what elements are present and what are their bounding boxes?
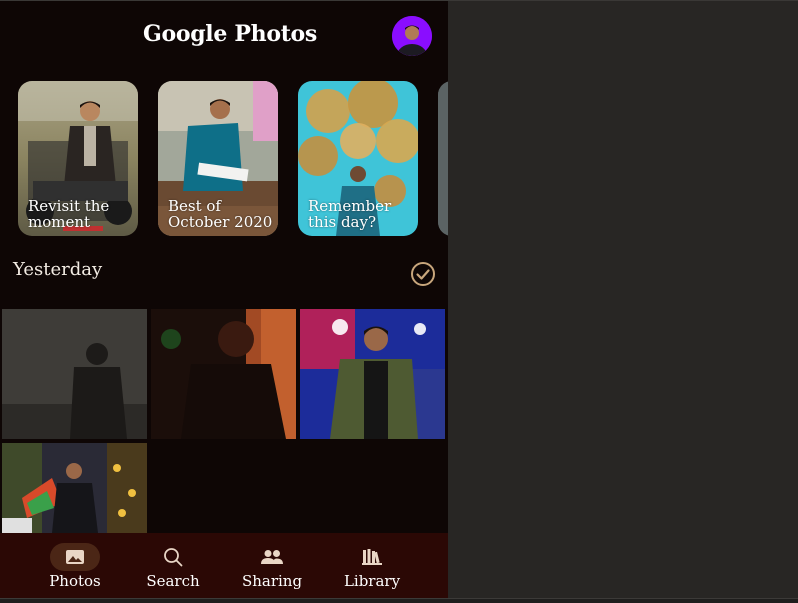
photo-thumbnail[interactable]: [151, 309, 296, 439]
memory-card[interactable]: Revisit the moment: [18, 81, 138, 236]
photo-thumbnail[interactable]: [2, 443, 147, 533]
nav-item-library[interactable]: Library: [332, 533, 412, 598]
memory-card[interactable]: Remember this day?: [298, 81, 418, 236]
memory-label: Remember this day?: [308, 197, 392, 231]
memory-photo: [438, 81, 448, 236]
memory-label: Revisit the moment: [28, 197, 110, 231]
nav-icon-container: [247, 543, 297, 571]
nav-icon-container: [148, 543, 198, 571]
search-icon: [164, 548, 183, 567]
nav-label: Photos: [49, 572, 101, 590]
memories-carousel[interactable]: Revisit the moment Best of October 2020: [0, 81, 448, 237]
library-icon: [362, 549, 382, 565]
people-icon: [261, 550, 283, 564]
photo-thumbnail[interactable]: [300, 309, 445, 439]
memory-card[interactable]: Best of October 2020: [158, 81, 278, 236]
photo-grid: [0, 309, 448, 533]
nav-item-photos[interactable]: Photos: [35, 533, 115, 598]
app-title: Google Photos: [142, 21, 318, 47]
memory-label: Best of October 2020: [168, 197, 273, 231]
profile-avatar[interactable]: [392, 16, 432, 56]
nav-label: Sharing: [241, 572, 303, 590]
memory-card[interactable]: [438, 81, 448, 236]
bottom-navigation: Photos Search Sharing Library: [0, 533, 448, 598]
avatar-photo: [392, 16, 432, 56]
window-bottom-border: [0, 598, 798, 603]
nav-item-search[interactable]: Search: [133, 533, 213, 598]
section-title: Yesterday: [13, 259, 103, 280]
nav-active-indicator: [50, 543, 100, 571]
app-header: Google Photos: [0, 1, 448, 71]
photos-app: Google Photos Revisit the moment Best of…: [0, 1, 448, 598]
photo-thumbnail[interactable]: [2, 309, 147, 439]
select-all-check-icon[interactable]: [410, 261, 436, 287]
nav-label: Library: [343, 572, 401, 590]
nav-icon-container: [347, 543, 397, 571]
nav-item-sharing[interactable]: Sharing: [232, 533, 312, 598]
photo-icon: [66, 550, 84, 564]
nav-label: Search: [146, 572, 200, 590]
